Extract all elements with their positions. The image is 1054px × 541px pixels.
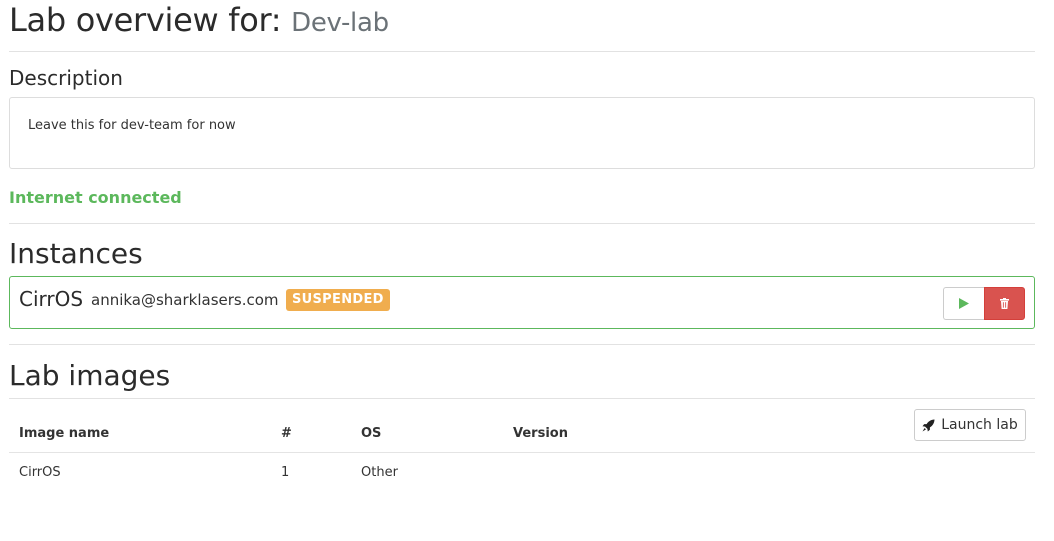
page-title-prefix: Lab overview for: bbox=[9, 1, 282, 39]
description-text: Leave this for dev-team for now bbox=[28, 118, 236, 133]
divider bbox=[9, 51, 1035, 52]
status-badge: SUSPENDED bbox=[286, 289, 390, 311]
divider bbox=[9, 344, 1035, 345]
trash-icon bbox=[1000, 298, 1009, 309]
cell-count: 1 bbox=[281, 464, 290, 480]
divider bbox=[9, 398, 1035, 399]
lab-images-table: Image name # OS Version CirrOS 1 Other bbox=[9, 411, 1035, 492]
start-instance-button[interactable] bbox=[943, 287, 984, 320]
divider bbox=[9, 223, 1035, 224]
lab-overview-page: Lab overview for: Dev-lab Description Le… bbox=[0, 0, 1054, 541]
launch-lab-button[interactable]: Launch lab bbox=[914, 409, 1026, 441]
instance-name: CirrOS bbox=[19, 287, 84, 311]
column-header-os: OS bbox=[351, 411, 503, 453]
description-box: Leave this for dev-team for now bbox=[9, 97, 1035, 169]
rocket-icon bbox=[922, 419, 935, 431]
column-header-image-name: Image name bbox=[9, 411, 271, 453]
instance-owner: annika@sharklasers.com bbox=[91, 291, 279, 309]
launch-lab-label: Launch lab bbox=[941, 417, 1018, 433]
instance-card: CirrOS annika@sharklasers.com SUSPENDED bbox=[9, 276, 1035, 329]
page-title: Lab overview for: Dev-lab bbox=[9, 0, 389, 40]
cell-image-name: CirrOS bbox=[19, 464, 61, 480]
cell-os: Other bbox=[361, 464, 398, 480]
column-header-count: # bbox=[271, 411, 351, 453]
table-row: CirrOS 1 Other bbox=[9, 452, 1035, 492]
instances-heading: Instances bbox=[9, 237, 143, 270]
delete-instance-button[interactable] bbox=[984, 287, 1025, 320]
instance-actions bbox=[943, 287, 1025, 320]
lab-name: Dev-lab bbox=[291, 8, 389, 38]
internet-status: Internet connected bbox=[9, 188, 182, 207]
play-icon bbox=[959, 298, 969, 309]
description-heading: Description bbox=[9, 66, 123, 90]
table-header-row: Image name # OS Version bbox=[9, 411, 1035, 453]
lab-images-heading: Lab images bbox=[9, 359, 171, 392]
cell-version bbox=[503, 452, 1035, 492]
